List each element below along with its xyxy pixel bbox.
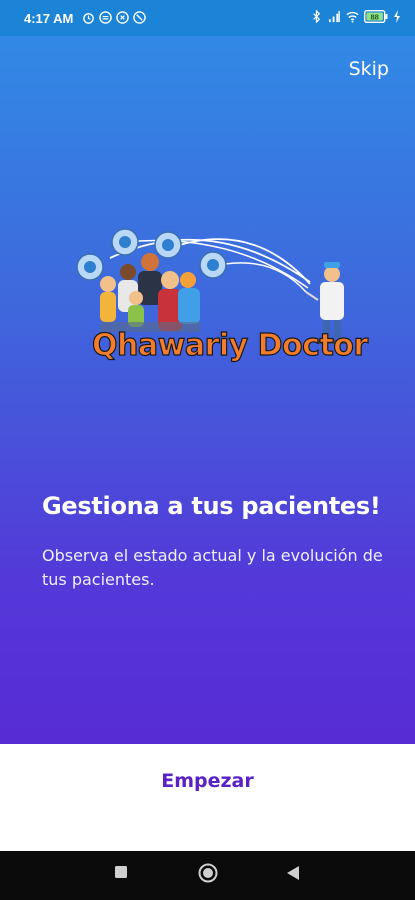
app-logo-text: Qhawariy Doctor [91,327,368,363]
vpn-icon [116,11,129,24]
battery-level-text: 88 [371,12,379,21]
bluetooth-icon [313,10,321,23]
signal-icon [328,10,340,23]
bottom-action-panel: Empezar [0,744,415,851]
status-left-icons [82,11,146,24]
patients-group [100,253,200,332]
monitor-bubble-icon [154,231,182,259]
alarm-icon [83,13,94,24]
status-right-icons: 88 [310,10,401,23]
skip-button[interactable]: Skip [349,58,389,80]
start-button[interactable]: Empezar [0,770,415,792]
slide-title: Gestiona a tus pacientes! [42,492,381,520]
notification-icon [99,11,112,24]
home-circle-icon[interactable] [198,863,218,883]
monitor-bubble-icon [199,251,227,279]
system-nav-bar [0,851,415,900]
monitor-bubble-icon [76,253,104,281]
onboarding-screen: 4:17 AM 88 Skip Qhawariy Doctor Gestiona… [0,0,415,900]
wifi-icon [346,11,359,23]
back-triangle-icon[interactable] [286,865,300,881]
charging-icon [394,10,400,23]
data-saver-icon [133,11,146,24]
battery-icon: 88 [364,10,388,23]
monitor-bubble-icon [111,228,139,256]
slide-description: Observa el estado actual y la evolución … [42,546,383,589]
status-bar: 4:17 AM 88 [0,0,415,36]
status-time: 4:17 AM [24,11,74,26]
recents-square-icon[interactable] [114,865,128,879]
